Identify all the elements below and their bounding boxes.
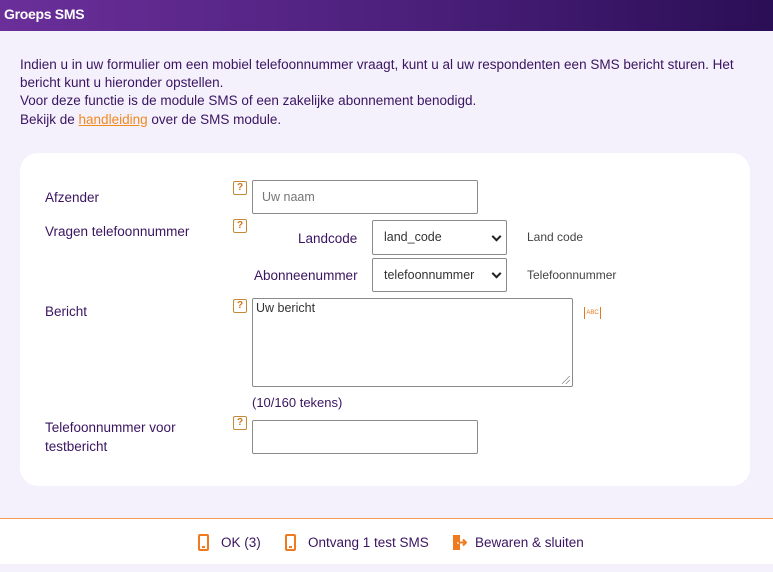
intro-line-1: Indien u in uw formulier om een mobiel t… <box>20 57 734 91</box>
ask-phone-help-icon[interactable]: ? <box>233 219 247 233</box>
sender-help-icon[interactable]: ? <box>233 181 247 195</box>
country-code-value: land_code <box>384 230 442 244</box>
sender-input[interactable] <box>252 180 478 214</box>
ask-phone-label: Vragen telefoonnummer <box>45 224 190 239</box>
footer-bar: OK (3) Ontvang 1 test SMS Bewaren & slui… <box>0 518 773 564</box>
send-test-sms-label: Ontvang 1 test SMS <box>308 534 429 550</box>
test-phone-label-line-2: testbericht <box>45 439 108 454</box>
window-title: Groeps SMS <box>0 0 773 31</box>
intro-line-3: Bekijk de handleiding over de SMS module… <box>20 111 760 129</box>
subscriber-hint: Telefoonnummer <box>527 268 617 282</box>
intro-line-2: Voor deze functie is de module SMS of ee… <box>20 93 477 109</box>
message-label: Bericht <box>45 304 88 319</box>
test-phone-help-icon[interactable]: ? <box>233 416 247 430</box>
country-code-select[interactable]: land_code <box>372 220 507 255</box>
save-close-label: Bewaren & sluiten <box>475 534 584 550</box>
subscriber-label: Abonneenummer <box>254 268 358 283</box>
chevron-down-icon <box>491 231 502 242</box>
message-textarea[interactable]: Uw bericht <box>252 298 573 387</box>
phone-icon <box>198 533 209 551</box>
message-value: Uw bericht <box>256 301 316 315</box>
ok-button-label: OK (3) <box>221 534 261 550</box>
sender-label: Afzender <box>45 190 100 205</box>
send-test-sms-button[interactable]: Ontvang 1 test SMS <box>285 531 429 553</box>
resize-grip-icon[interactable] <box>562 376 570 384</box>
phone-icon <box>285 533 296 551</box>
test-phone-label: Telefoonnummer voor testbericht <box>45 418 176 456</box>
message-help-icon[interactable]: ? <box>233 299 247 313</box>
intro-line-3-suffix: over de SMS module. <box>147 111 282 127</box>
bottom-strip <box>0 564 773 572</box>
save-close-button[interactable]: Bewaren & sluiten <box>451 531 584 553</box>
test-phone-input[interactable] <box>252 420 478 454</box>
exit-icon <box>453 534 467 550</box>
subscriber-select[interactable]: telefoonnummer <box>372 258 507 292</box>
chevron-down-icon <box>491 268 502 279</box>
message-counter: (10/160 tekens) <box>252 395 343 410</box>
spellcheck-icon[interactable]: ABC <box>584 307 601 319</box>
intro-text: Indien u in uw formulier om een mobiel t… <box>20 56 760 129</box>
test-phone-label-line-1: Telefoonnummer voor <box>45 420 176 435</box>
country-code-hint: Land code <box>527 230 584 244</box>
manual-link[interactable]: handleiding <box>79 112 148 127</box>
intro-line-3-prefix: Bekijk de <box>20 111 79 127</box>
ok-button[interactable]: OK (3) <box>198 531 261 553</box>
country-code-label: Landcode <box>298 231 358 246</box>
subscriber-value: telefoonnummer <box>384 268 475 282</box>
